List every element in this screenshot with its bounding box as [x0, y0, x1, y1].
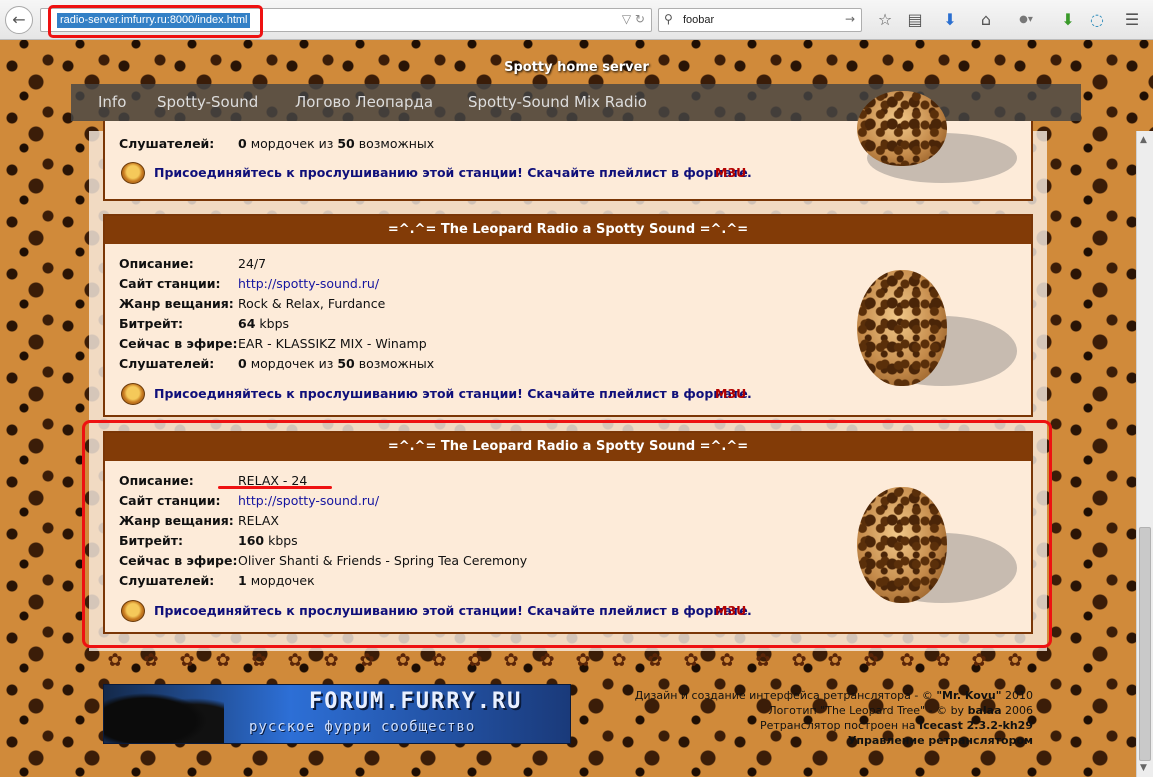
listeners-mid: мордочек из [250, 136, 334, 151]
bitrate-label: Битрейт: [119, 316, 183, 331]
search-icon: ⚲ [664, 12, 673, 26]
selection-highlight-annotation [82, 420, 1052, 648]
underline-annotation [218, 486, 332, 489]
paw-icon: ✿ [971, 650, 987, 671]
m3u-link[interactable]: M3U [715, 386, 746, 401]
leopard-face-icon [121, 383, 145, 405]
paw-icon: ✿ [359, 650, 375, 671]
home-icon[interactable]: ⌂ [976, 10, 996, 30]
scroll-up-icon[interactable]: ▲ [1140, 135, 1147, 145]
paw-icon: ✿ [431, 650, 447, 671]
desc-value: 24/7 [238, 256, 267, 271]
wolf-silhouette-image [104, 685, 224, 743]
paw-icon: ✿ [251, 650, 267, 671]
reading-list-icon[interactable]: ▤ [905, 10, 925, 30]
credit-logo: Логотип "The Leopard Tree" - © by balaa … [768, 704, 1033, 717]
banner-title: FORUM.FURRY.RU [309, 689, 523, 714]
listeners-suffix: возможных [358, 136, 435, 151]
vertical-scrollbar[interactable]: ▲ ▼ [1136, 131, 1153, 777]
now-playing-value: EAR - KLASSIKZ MIX - Winamp [238, 336, 427, 351]
paw-icon: ✿ [323, 650, 339, 671]
listeners-max: 50 [337, 136, 355, 151]
credit-icecast: Ретранслятор построен на Icecast 2.3.2-k… [759, 719, 1033, 732]
paw-divider: ✿ ✿ ✿ ✿ ✿ ✿ ✿ ✿ ✿ ✿ ✿ ✿ ✿ ✿ ✿ ✿ ✿ ✿ ✿ ✿ … [100, 648, 1040, 674]
genre-label: Жанр вещания: [119, 296, 234, 311]
station-header: =^.^= The Leopard Radio a Spotty Sound =… [105, 216, 1031, 244]
listeners-count: 0 [238, 136, 247, 151]
paw-icon: ✿ [647, 650, 663, 671]
now-playing-label: Сейчас в эфире: [119, 336, 238, 351]
genre-value: Rock & Relax, Furdance [238, 296, 386, 311]
desc-label: Описание: [119, 256, 194, 271]
paw-icon: ✿ [467, 650, 483, 671]
paw-icon: ✿ [791, 650, 807, 671]
site-label: Сайт станции: [119, 276, 221, 291]
listeners-suffix: возможных [358, 356, 435, 371]
admin-link[interactable]: Управление ретранслятором [635, 733, 1033, 748]
listeners-label: Слушателей: [119, 356, 215, 371]
paw-icon: ✿ [107, 650, 123, 671]
paw-icon: ✿ [755, 650, 771, 671]
search-text[interactable]: foobar [683, 14, 714, 26]
sync-icon[interactable]: ◌ [1087, 10, 1107, 30]
speaker-image [857, 270, 947, 386]
paw-icon: ✿ [395, 650, 411, 671]
paw-icon: ✿ [575, 650, 591, 671]
download-arrow-icon[interactable]: ⬇ [940, 10, 960, 30]
paw-icon: ✿ [611, 650, 627, 671]
listeners-count: 0 [238, 356, 247, 371]
reload-icon[interactable]: ▽ ↻ [622, 12, 645, 26]
credit-design: Дизайн и создание интерфейса ретранслято… [634, 689, 1033, 702]
listeners-max: 50 [337, 356, 355, 371]
paw-icon: ✿ [899, 650, 915, 671]
speaker-image [857, 91, 947, 166]
paw-icon: ✿ [719, 650, 735, 671]
search-go-icon[interactable]: → [845, 12, 855, 26]
green-download-icon[interactable]: ⬇ [1058, 10, 1078, 30]
paw-icon: ✿ [503, 650, 519, 671]
m3u-link[interactable]: M3U [715, 165, 746, 180]
paw-icon: ✿ [215, 650, 231, 671]
url-highlight-annotation [48, 5, 263, 38]
bitrate-value: 64 [238, 316, 256, 331]
paw-icon: ✿ [683, 650, 699, 671]
paw-icon: ✿ [539, 650, 555, 671]
nav-item-spotty-sound[interactable]: Spotty-Sound [157, 93, 258, 111]
site-title: Spotty home server [504, 60, 649, 75]
paw-icon: ✿ [827, 650, 843, 671]
search-input[interactable]: ⚲ foobar → [658, 8, 862, 32]
paw-icon: ✿ [1007, 650, 1023, 671]
paw-icon: ✿ [143, 650, 159, 671]
bitrate-unit: kbps [259, 316, 290, 331]
station-card: =^.^= The Leopard Radio a Spotty Sound =… [103, 214, 1033, 417]
join-text[interactable]: Присоединяйтесь к прослушиванию этой ста… [154, 165, 748, 180]
nav-item-leopard-lair[interactable]: Логово Леопарда [295, 93, 433, 111]
credits: Дизайн и создание интерфейса ретранслято… [635, 688, 1033, 748]
paw-icon: ✿ [935, 650, 951, 671]
nav-item-info[interactable]: Info [98, 93, 126, 111]
paw-icon: ✿ [863, 650, 879, 671]
listeners-mid: мордочек из [250, 356, 334, 371]
join-text[interactable]: Присоединяйтесь к прослушиванию этой ста… [154, 386, 748, 401]
forum-banner[interactable]: FORUM.FURRY.RU русское фурри сообщество [103, 684, 571, 744]
hamburger-menu-icon[interactable]: ☰ [1122, 10, 1142, 30]
adblock-icon[interactable]: ●▾ [1012, 10, 1040, 30]
site-link[interactable]: http://spotty-sound.ru/ [238, 276, 379, 291]
nav-item-mix-radio[interactable]: Spotty-Sound Mix Radio [468, 93, 647, 111]
station-card-partial: Слушателей: 0 мордочек из 50 возможных П… [103, 91, 1033, 201]
listeners-label: Слушателей: [119, 136, 215, 151]
paw-icon: ✿ [179, 650, 195, 671]
star-icon[interactable]: ☆ [875, 10, 895, 30]
banner-subtitle: русское фурри сообщество [249, 719, 476, 735]
scroll-thumb[interactable] [1139, 527, 1151, 761]
scroll-down-icon[interactable]: ▼ [1140, 763, 1147, 773]
leopard-face-icon [121, 162, 145, 184]
paw-icon: ✿ [287, 650, 303, 671]
back-arrow-icon[interactable]: ← [5, 6, 33, 34]
